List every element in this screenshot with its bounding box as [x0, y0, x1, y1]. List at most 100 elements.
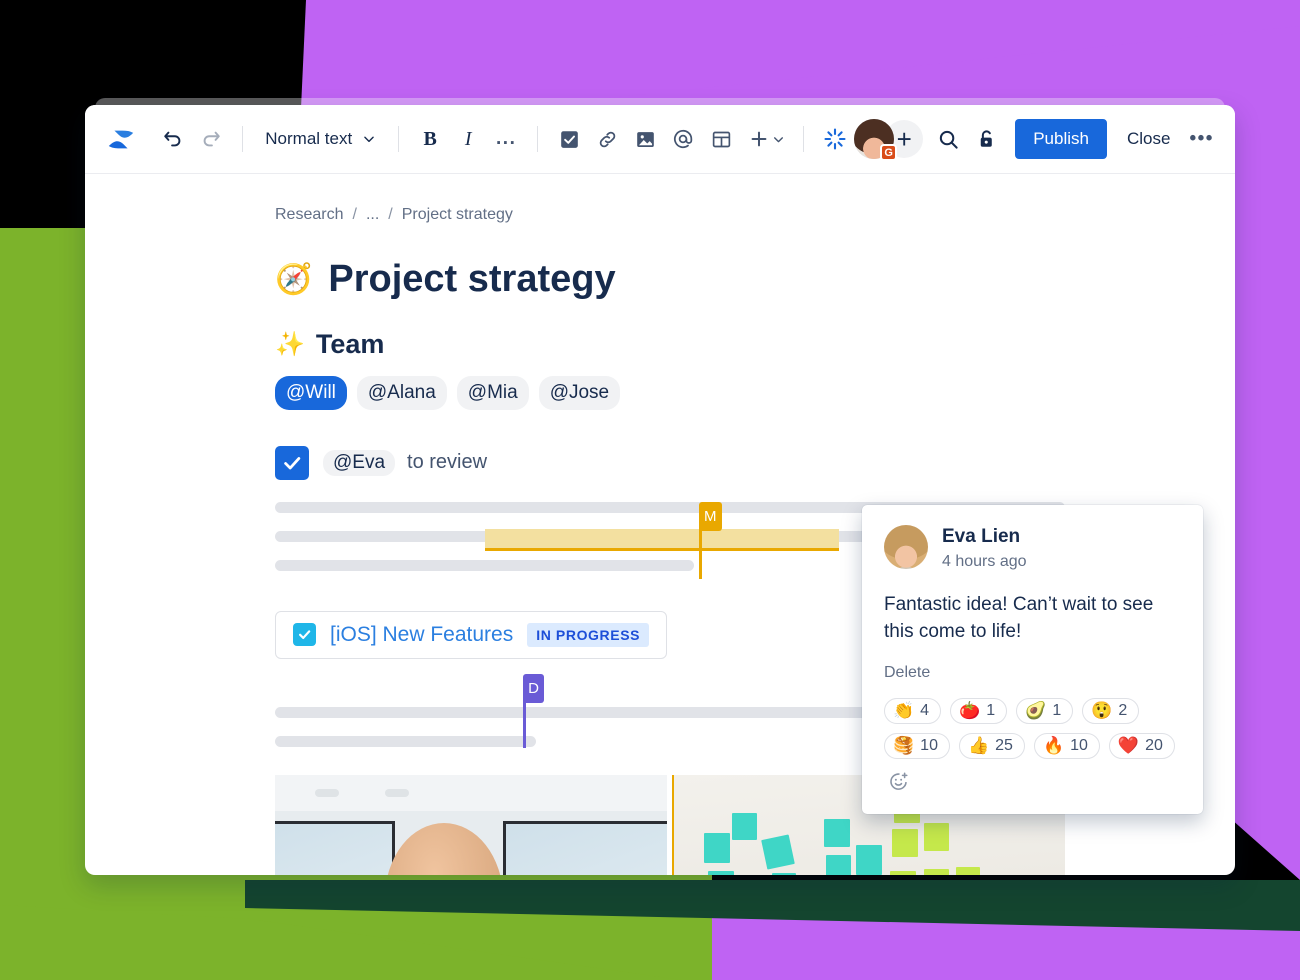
action-item-row: @Eva to review [275, 445, 1235, 480]
astonished-face-icon: 😲 [1091, 701, 1113, 721]
reaction-astonished[interactable]: 😲 2 [1082, 697, 1140, 724]
team-mention-list: @Will @Alana @Mia @Jose [275, 376, 1235, 410]
mention-chip-jose[interactable]: @Jose [538, 376, 621, 410]
reaction-count: 10 [920, 736, 938, 754]
mention-chip-alana[interactable]: @Alana [356, 376, 447, 410]
add-reaction-button[interactable] [884, 768, 912, 796]
close-button[interactable]: Close [1113, 119, 1184, 159]
compass-icon[interactable]: 🧭 [275, 262, 312, 297]
collaborator-cursor-label: D [523, 673, 544, 703]
publish-button[interactable]: Publish [1015, 119, 1107, 159]
linked-task-checkbox[interactable] [293, 623, 316, 647]
undo-button[interactable] [154, 120, 192, 158]
ai-sparkle-icon [824, 128, 846, 150]
unlock-icon [980, 129, 992, 147]
italic-icon: I [464, 127, 472, 150]
sticky-note [923, 822, 949, 851]
comment-body: Fantastic idea! Can’t wait to see this c… [884, 593, 1154, 643]
collaborator-avatars: G + [854, 119, 924, 161]
reaction-tomato[interactable]: 🍅 1 [950, 697, 1008, 724]
task-list-button[interactable] [550, 120, 588, 158]
reaction-thumbs-up[interactable]: 👍 25 [958, 732, 1025, 759]
avatar[interactable]: G [854, 119, 898, 161]
insert-menu-button[interactable] [740, 120, 791, 158]
toolbar-divider [398, 126, 400, 152]
redo-button[interactable] [192, 120, 230, 158]
sticky-note [703, 832, 730, 863]
more-options-button[interactable]: ••• [1184, 119, 1219, 159]
reaction-count: 2 [1118, 701, 1128, 719]
reaction-count: 4 [920, 701, 930, 719]
chevron-down-icon [774, 136, 784, 142]
link-icon [599, 131, 615, 147]
linked-task-title[interactable]: [iOS] New Features [330, 623, 513, 647]
bold-button[interactable]: B [411, 120, 449, 158]
breadcrumb-item-research[interactable]: Research [275, 206, 343, 224]
section-heading-team: ✨ Team [275, 329, 1235, 360]
search-button[interactable] [929, 120, 967, 158]
search-icon [939, 130, 958, 149]
pancakes-icon: 🥞 [893, 736, 915, 756]
page-title-text: Project strategy [328, 258, 616, 300]
reaction-avocado[interactable]: 🥑 1 [1016, 697, 1074, 724]
toolbar-divider [803, 126, 805, 152]
add-emoji-icon [889, 772, 908, 791]
sticky-note [825, 854, 851, 875]
mention-button[interactable] [664, 120, 702, 158]
mention-chip-will[interactable]: @Will [275, 376, 347, 410]
at-icon [674, 129, 693, 149]
sticky-note [891, 828, 918, 857]
mention-chip-mia[interactable]: @Mia [456, 376, 529, 410]
table-icon [712, 131, 730, 147]
task-checkbox[interactable] [275, 445, 309, 480]
linked-task-card[interactable]: [iOS] New Features IN PROGRESS [275, 610, 668, 659]
window-pane [503, 820, 667, 875]
photo-team-discussion[interactable] [275, 774, 667, 875]
link-button[interactable] [588, 120, 626, 158]
sticky-note [889, 870, 916, 875]
collaborator-cursor-label: M [699, 501, 722, 531]
breadcrumb-item-current[interactable]: Project strategy [402, 206, 513, 224]
atlassian-intelligence-button[interactable] [816, 120, 854, 158]
fire-icon: 🔥 [1042, 736, 1065, 756]
action-item-text: @Eva to review [323, 449, 488, 476]
reaction-clap[interactable]: 👏 4 [884, 697, 942, 724]
chevron-down-icon [364, 136, 374, 143]
delete-comment-link[interactable]: Delete [884, 664, 930, 682]
sticky-note [955, 866, 980, 875]
image-button[interactable] [626, 120, 664, 158]
restrictions-button[interactable] [967, 120, 1005, 158]
clap-icon: 👏 [893, 701, 915, 721]
sticky-note [731, 812, 757, 840]
table-button[interactable] [702, 120, 740, 158]
reaction-heart[interactable]: ❤️ 20 [1108, 732, 1175, 759]
reaction-count: 20 [1145, 736, 1163, 754]
reaction-list: 👏 4 🍅 1 🥑 1 😲 2 🥞 10 👍 25 🔥 10 ❤️ 20 [884, 697, 1181, 796]
sticky-note [855, 844, 882, 875]
breadcrumb: Research / ... / Project strategy [275, 206, 1235, 224]
avatar-badge: G [880, 144, 898, 161]
checkbox-icon [560, 130, 578, 148]
window-pane [275, 820, 395, 875]
reaction-pancakes[interactable]: 🥞 10 [884, 732, 950, 759]
action-item-label: to review [407, 451, 488, 474]
sticky-note [823, 818, 850, 847]
ceiling-light-icon [385, 788, 409, 797]
comment-author-avatar[interactable] [884, 525, 928, 569]
breadcrumb-item-ellipsis[interactable]: ... [366, 206, 379, 224]
comment-timestamp: 4 hours ago [942, 552, 1027, 570]
reaction-fire[interactable]: 🔥 10 [1033, 732, 1100, 759]
italic-button[interactable]: I [449, 120, 487, 158]
text-style-dropdown[interactable]: Normal text [255, 120, 386, 158]
editor-toolbar: Normal text B I ... G + Publish Close ••… [85, 105, 1235, 174]
reaction-count: 10 [1070, 736, 1088, 754]
avocado-icon: 🥑 [1025, 701, 1047, 721]
more-formatting-button[interactable]: ... [487, 120, 525, 158]
mention-chip-eva[interactable]: @Eva [323, 449, 396, 476]
comment-highlight[interactable] [485, 528, 839, 551]
sticky-note [923, 868, 949, 875]
sticky-note [760, 834, 795, 870]
bold-icon: B [423, 127, 437, 150]
heart-icon: ❤️ [1117, 736, 1140, 756]
reaction-count: 1 [1052, 701, 1062, 719]
